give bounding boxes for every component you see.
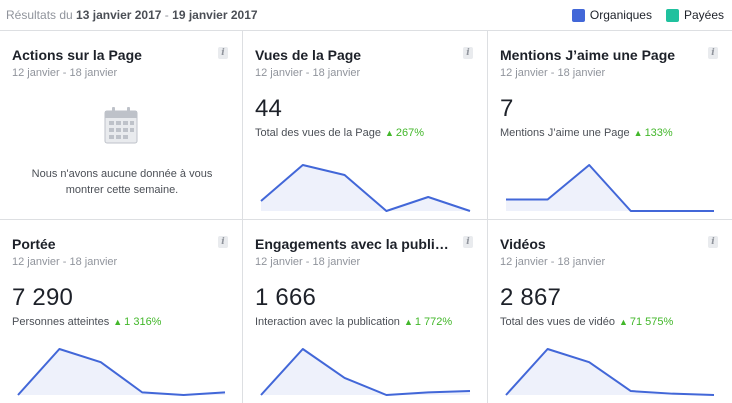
trend-area [261,165,470,211]
info-icon[interactable]: i [463,236,473,248]
card-title: Vues de la Page [255,47,362,63]
trend-sparkline [260,348,471,396]
results-header: Résultats du 13 janvier 2017 - 19 janvie… [0,0,732,31]
card-videos[interactable]: Vidéos 12 janvier - 18 janvier i 2 867 T… [488,220,732,403]
card-period: 12 janvier - 18 janvier [255,67,361,79]
metric-label: Interaction avec la publication [255,316,400,328]
change-value: 133% [644,127,673,139]
empty-message-line2: montrer cette semaine. [65,184,179,196]
metric-label: Total des vues de la Page [255,127,381,139]
card-post-engagement[interactable]: Engagements avec la publica... 12 janvie… [243,220,488,403]
trend-sparkline [506,164,714,212]
metric-label: Mentions J’aime une Page [500,127,630,139]
metric-value: 7 [500,95,514,122]
calendar-icon [104,107,138,144]
up-arrow-icon: ▲ [633,128,643,138]
card-title: Mentions J’aime une Page [500,47,676,63]
card-title: Engagements avec la publica... [255,236,455,252]
up-arrow-icon: ▲ [403,317,413,327]
card-page-likes[interactable]: Mentions J’aime une Page 12 janvier - 18… [488,31,732,220]
legend-organic[interactable]: Organiques [571,8,652,22]
trend-area [506,349,714,395]
change-value: 71 575% [629,316,674,328]
card-period: 12 janvier - 18 janvier [255,256,361,268]
metric-caption: Mentions J’aime une Page ▲ 133% [500,127,673,139]
card-period: 12 janvier - 18 janvier [12,67,118,79]
metric-value: 2 867 [500,284,562,311]
info-icon[interactable]: i [218,236,228,248]
metric-label: Personnes atteintes [12,316,110,328]
up-arrow-icon: ▲ [618,317,628,327]
card-title: Vidéos [500,236,546,252]
paid-swatch [665,8,679,22]
info-icon[interactable]: i [708,47,718,59]
date-range-start: 13 janvier 2017 [76,8,162,22]
metric-value: 1 666 [255,284,317,311]
date-range-dash: - [164,8,169,22]
info-icon[interactable]: i [463,47,473,59]
legend-organic-label: Organiques [589,8,652,22]
empty-message: Nous n'avons aucune donnée à vous montre… [22,166,222,198]
card-period: 12 janvier - 18 janvier [500,67,606,79]
trend-sparkline [17,348,226,396]
change-value: 1 316% [124,316,162,328]
card-page-views[interactable]: Vues de la Page 12 janvier - 18 janvier … [243,31,488,220]
up-arrow-icon: ▲ [113,317,123,327]
metric-caption: Personnes atteintes ▲ 1 316% [12,316,161,328]
change-value: 1 772% [414,316,453,328]
metric-caption: Total des vues de la Page ▲ 267% [255,127,424,139]
metric-value: 7 290 [12,284,74,311]
date-range: Résultats du 13 janvier 2017 - 19 janvie… [6,8,258,22]
metric-value: 44 [255,95,283,122]
up-arrow-icon: ▲ [384,128,394,138]
card-reach[interactable]: Portée 12 janvier - 18 janvier i 7 290 P… [0,220,243,403]
empty-message-line1: Nous n'avons aucune donnée à vous [31,168,213,180]
date-range-prefix: Résultats du [6,8,73,22]
change-badge: ▲ 1 772% [404,316,452,328]
change-value: 267% [395,127,425,139]
card-title: Actions sur la Page [12,47,142,63]
card-period: 12 janvier - 18 janvier [500,256,606,268]
insights-grid: Actions sur la Page 12 janvier - 18 janv… [0,31,732,403]
metric-label: Total des vues de vidéo [500,316,615,328]
trend-area [261,349,470,395]
change-badge: ▲ 71 575% [619,316,673,328]
legend-paid[interactable]: Payées [665,8,724,22]
metric-caption: Total des vues de vidéo ▲ 71 575% [500,316,673,328]
change-badge: ▲ 267% [385,127,424,139]
card-page-actions[interactable]: Actions sur la Page 12 janvier - 18 janv… [0,31,243,220]
change-badge: ▲ 133% [634,127,673,139]
info-icon[interactable]: i [218,47,228,59]
legend-paid-label: Payées [683,8,724,22]
card-period: 12 janvier - 18 janvier [12,256,118,268]
legend: Organiques Payées [571,8,724,22]
organic-swatch [571,8,585,22]
metric-caption: Interaction avec la publication ▲ 1 772% [255,316,452,328]
trend-sparkline [260,164,471,212]
trend-area [18,349,225,395]
trend-sparkline [505,348,715,396]
date-range-end: 19 janvier 2017 [172,8,258,22]
info-icon[interactable]: i [708,236,718,248]
card-title: Portée [12,236,56,252]
change-badge: ▲ 1 316% [113,316,161,328]
